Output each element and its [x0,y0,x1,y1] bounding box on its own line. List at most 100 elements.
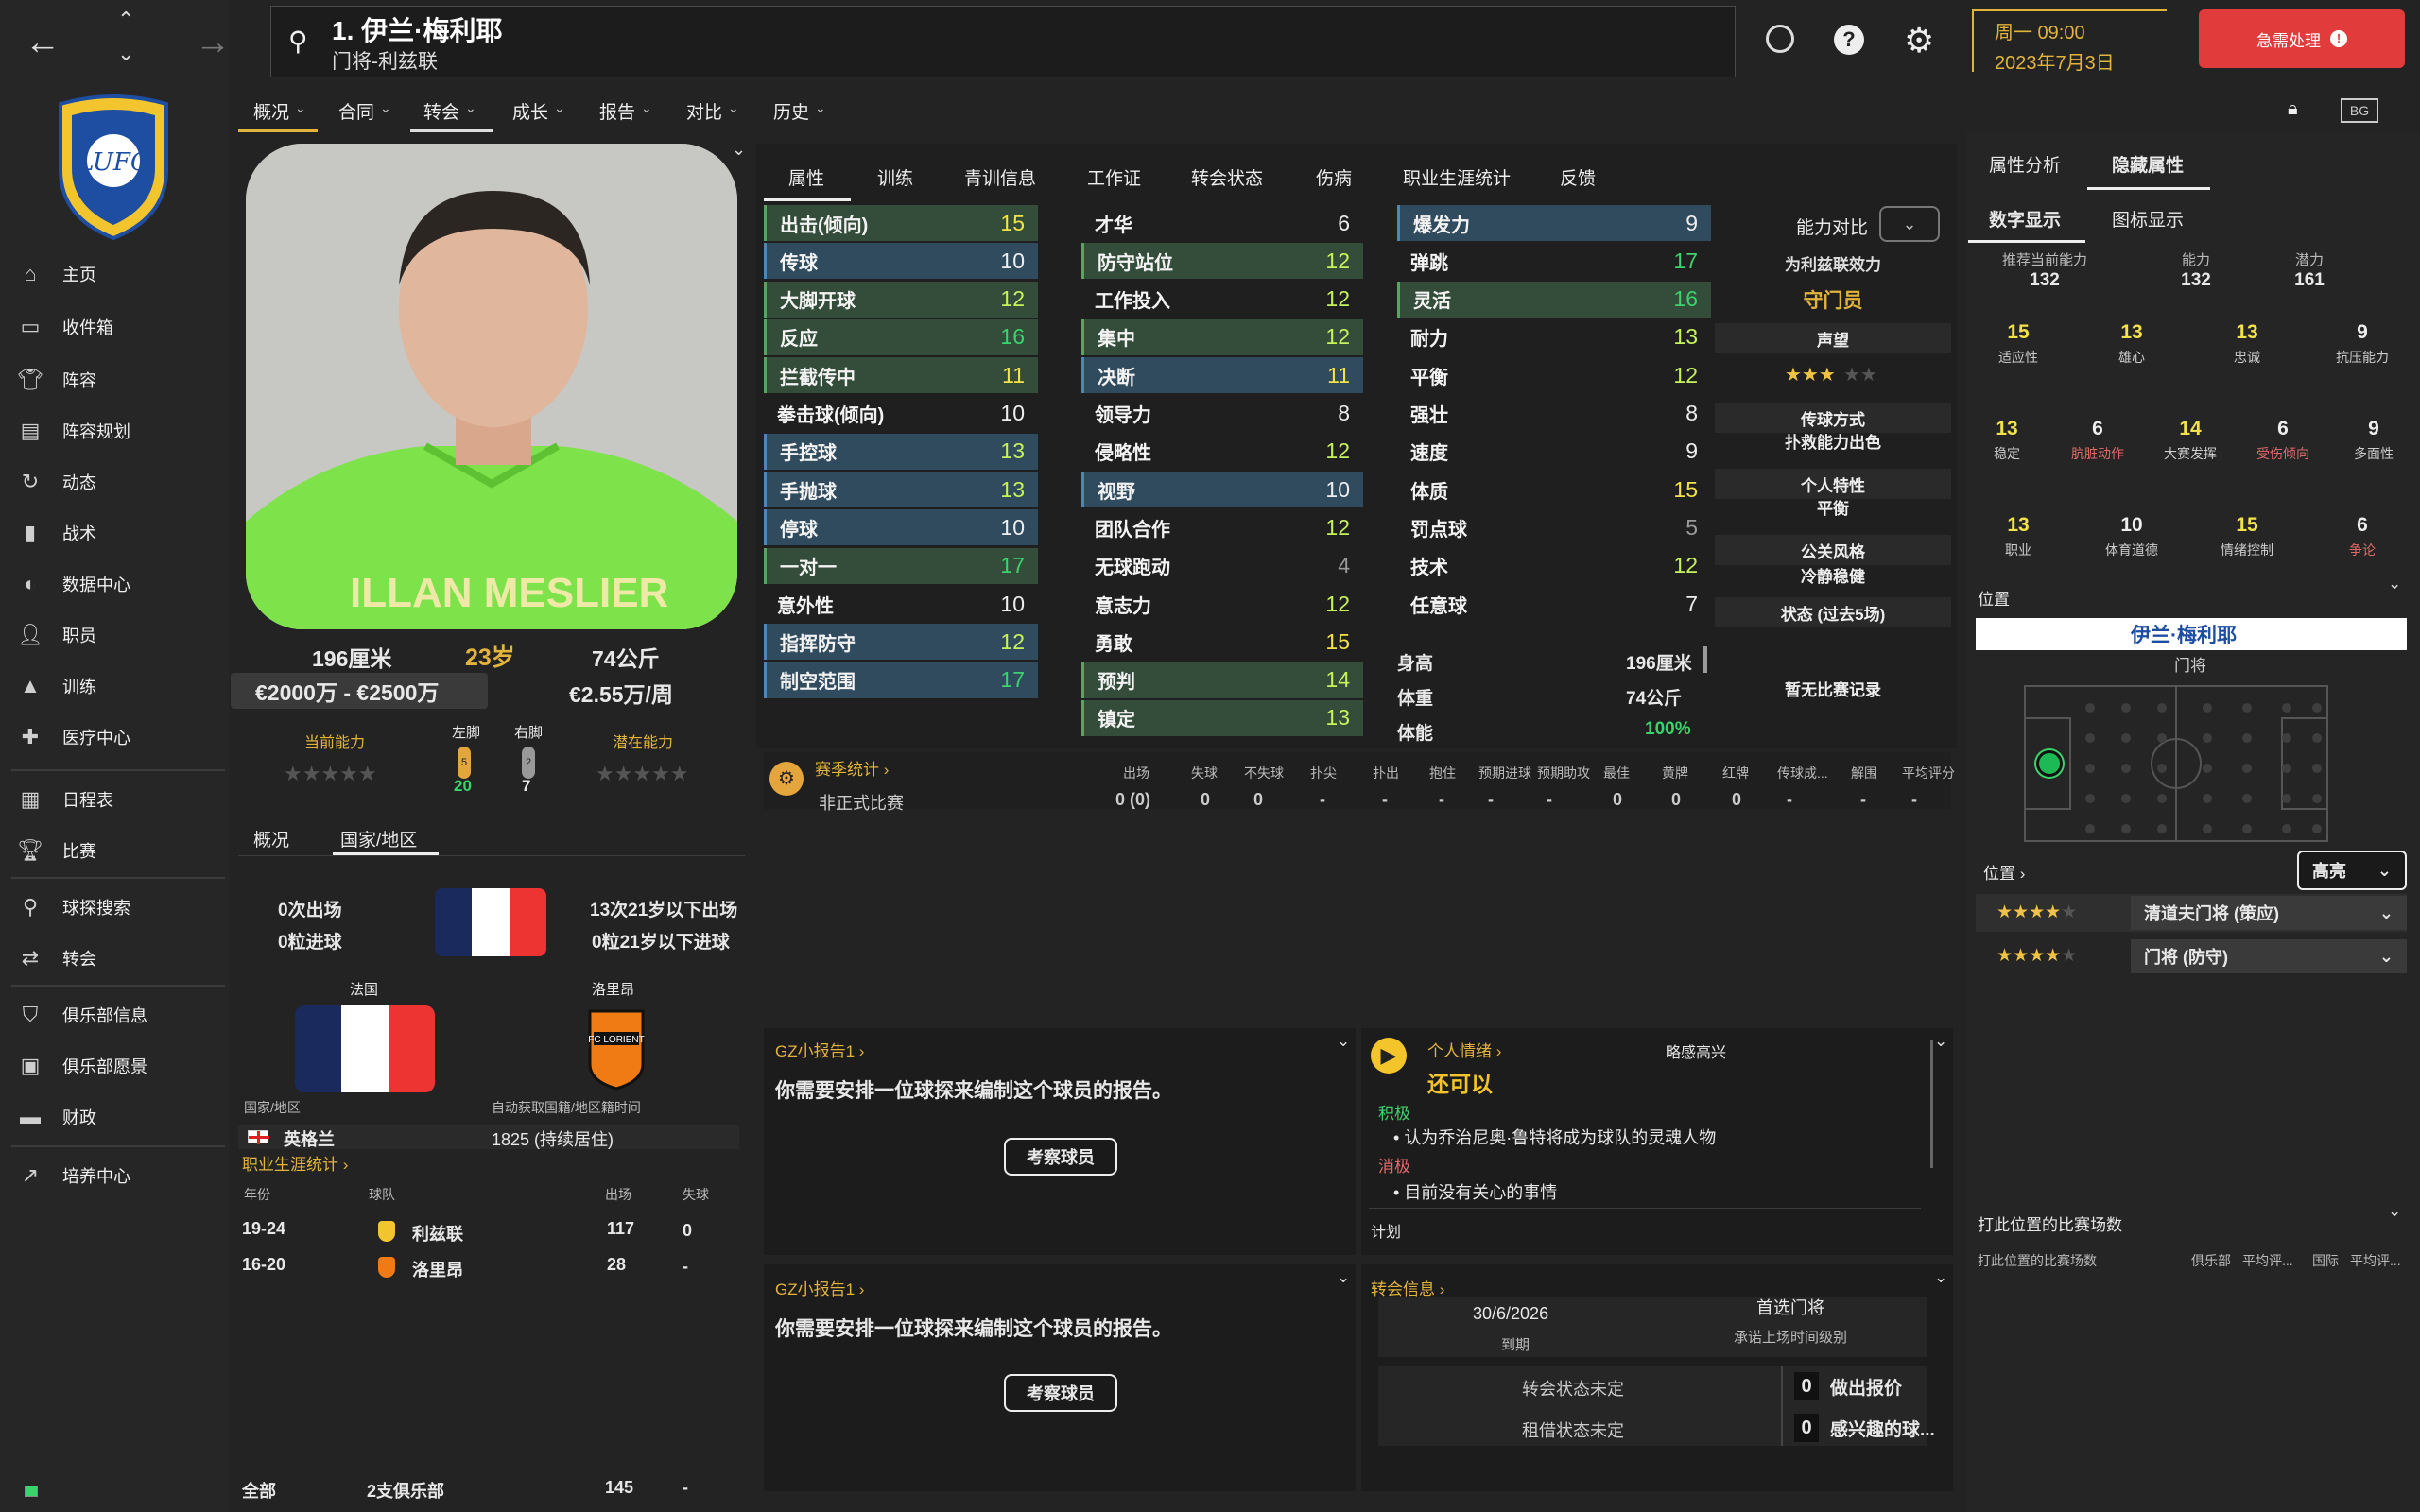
attribute-row[interactable]: 侵略性 12 [1081,434,1363,470]
status-bar-icon[interactable] [25,1486,38,1497]
pitch-slot[interactable] [2121,794,2131,803]
tab-hidden-attributes[interactable]: 隐藏属性 [2112,151,2184,177]
scout-player-button-2[interactable]: 考察球员 [1004,1374,1117,1412]
sidebar-item[interactable]: ▦ 日程表 [17,782,113,816]
role-2-dropdown[interactable]: 门将 (防守) ⌄ [2131,939,2407,973]
pitch-slot[interactable] [2312,733,2322,743]
pitch-slot[interactable] [2157,794,2167,803]
attribute-row[interactable]: 灵活 16 [1397,281,1711,318]
attribute-row[interactable]: 意外性 10 [764,586,1038,622]
attribute-row[interactable]: 拳击球(倾向) 10 [764,396,1038,432]
pitch-slot[interactable] [2203,733,2212,743]
ball-icon[interactable] [1766,25,1794,53]
hidden-attribute[interactable]: 13 雄心 [2080,321,2184,367]
pitch-slot[interactable] [2282,764,2291,773]
pitch-slot[interactable] [2157,733,2167,743]
attribute-row[interactable]: 爆发力 9 [1397,205,1711,241]
attribute-row[interactable]: 平衡 12 [1397,357,1711,393]
attribute-row[interactable]: 罚点球 5 [1397,509,1711,545]
menu-tab[interactable]: 合同 ⌄ [338,98,391,124]
pitch-slot[interactable] [2085,703,2095,713]
attribute-tab[interactable]: 属性 [788,164,824,190]
pitch-slot[interactable] [2085,794,2095,803]
pitch-slot[interactable] [2312,824,2322,833]
menu-tab[interactable]: 对比 ⌄ [686,98,739,124]
scout-report-link-1[interactable]: GZ小报告1 › [775,1038,864,1061]
attribute-tab[interactable]: 反馈 [1560,164,1596,190]
pitch-slot[interactable] [2282,703,2291,713]
position-link[interactable]: 位置 › [1983,860,2025,884]
season-stats-icon[interactable]: ⚙ [769,762,804,796]
highlight-dropdown[interactable]: 高亮 ⌄ [2297,850,2407,890]
attribute-row[interactable]: 体质 15 [1397,472,1711,507]
scout-report-link-2[interactable]: GZ小报告1 › [775,1276,864,1299]
compare-dropdown[interactable]: ⌄ [1879,206,1940,242]
report-chevron-icon-2[interactable]: ⌄ [1337,1268,1350,1287]
pitch-slot[interactable] [2121,824,2131,833]
help-icon[interactable]: ? [1834,25,1864,55]
pitch-slot[interactable] [2085,764,2095,773]
photo-chevron-icon[interactable]: ⌄ [732,140,746,160]
interest-label[interactable]: 感兴趣的球... [1830,1416,1935,1441]
attribute-row[interactable]: 防守站位 12 [1081,243,1363,280]
offers-label[interactable]: 做出报价 [1830,1374,1902,1400]
tab-overview[interactable]: 概况 [253,826,289,851]
menu-tab[interactable]: 报告 ⌄ [599,98,652,124]
attribute-tab[interactable]: 转会状态 [1191,164,1263,190]
attribute-row[interactable]: 强壮 8 [1397,396,1711,432]
pitch-slot[interactable] [2121,733,2131,743]
attribute-row[interactable]: 反应 16 [764,318,1038,355]
physical-scrollbar[interactable] [1703,646,1707,673]
pitch-slot[interactable] [2282,824,2291,833]
sidebar-item[interactable]: ↗ 培养中心 [17,1159,130,1193]
season-stats-link[interactable]: 赛季统计 › [815,756,889,780]
attribute-row[interactable]: 决断 11 [1081,357,1363,394]
hidden-attribute[interactable]: 10 体育道德 [2080,514,2184,559]
hidden-attribute[interactable]: 13 稳定 [1955,418,2059,463]
attribute-row[interactable]: 工作投入 12 [1081,282,1363,318]
attribute-tab[interactable]: 训练 [877,164,913,190]
career-team[interactable]: 利兹联 [412,1221,463,1246]
club-crest[interactable]: LUFC [53,94,174,241]
pitch-slot[interactable] [2312,703,2322,713]
pitch-slot[interactable] [2203,824,2212,833]
attribute-row[interactable]: 弹跳 17 [1397,243,1711,279]
second-nation[interactable]: 英格兰 [284,1126,335,1151]
lock-icon[interactable]: 🔒︎ [2288,98,2298,120]
attribute-row[interactable]: 无球跑动 4 [1081,548,1363,584]
pitch-slot[interactable] [2242,733,2252,743]
pitch-slot[interactable] [2242,703,2252,713]
pitch-slot[interactable] [2242,824,2252,833]
attribute-row[interactable]: 视野 10 [1081,472,1363,508]
attribute-row[interactable]: 预判 14 [1081,662,1363,698]
attribute-row[interactable]: 制空范围 17 [764,662,1038,698]
hidden-attribute[interactable]: 13 忠诚 [2195,321,2299,367]
attribute-row[interactable]: 出击(倾向) 15 [764,205,1038,241]
pitch-slot[interactable] [2157,824,2167,833]
sidebar-item[interactable]: 👤︎ 职员 [17,618,96,652]
sidebar-item[interactable]: ⛉ 俱乐部信息 [17,998,147,1032]
prev-player-icon[interactable]: ⌃ [117,8,134,32]
pitch-slot[interactable] [2282,733,2291,743]
sidebar-item[interactable]: ▤ 阵容规划 [17,414,130,448]
attribute-row[interactable]: 才华 6 [1081,205,1363,241]
hidden-attribute[interactable]: 9 多面性 [2322,418,2420,463]
attribute-row[interactable]: 大脚开球 12 [764,281,1038,318]
mood-scrollbar[interactable] [1930,1040,1933,1168]
gear-icon[interactable]: ⚙ [1904,21,1934,60]
urgent-button[interactable]: 急需处理 ! [2199,9,2405,68]
background-toggle-icon[interactable]: BG [2341,98,2378,123]
sidebar-item[interactable]: 🏆︎ 比赛 [17,833,96,868]
pitch-slot[interactable] [2085,733,2095,743]
attribute-tab[interactable]: 伤病 [1316,164,1352,190]
hidden-attribute[interactable]: 6 肮脏动作 [2046,418,2150,463]
hidden-attribute[interactable]: 9 抗压能力 [2310,321,2414,367]
pitch-slot[interactable] [2312,794,2322,803]
pitch-slot[interactable] [2312,764,2322,773]
sidebar-item[interactable]: ↻ 动态 [17,465,96,499]
attribute-row[interactable]: 指挥防守 12 [764,624,1038,661]
tab-numeric-display[interactable]: 数字显示 [1989,206,2061,232]
matches-chevron-icon[interactable]: ⌄ [2388,1202,2401,1221]
pitch-slot[interactable] [2203,703,2212,713]
transfer-chevron-icon[interactable]: ⌄ [1934,1268,1947,1287]
